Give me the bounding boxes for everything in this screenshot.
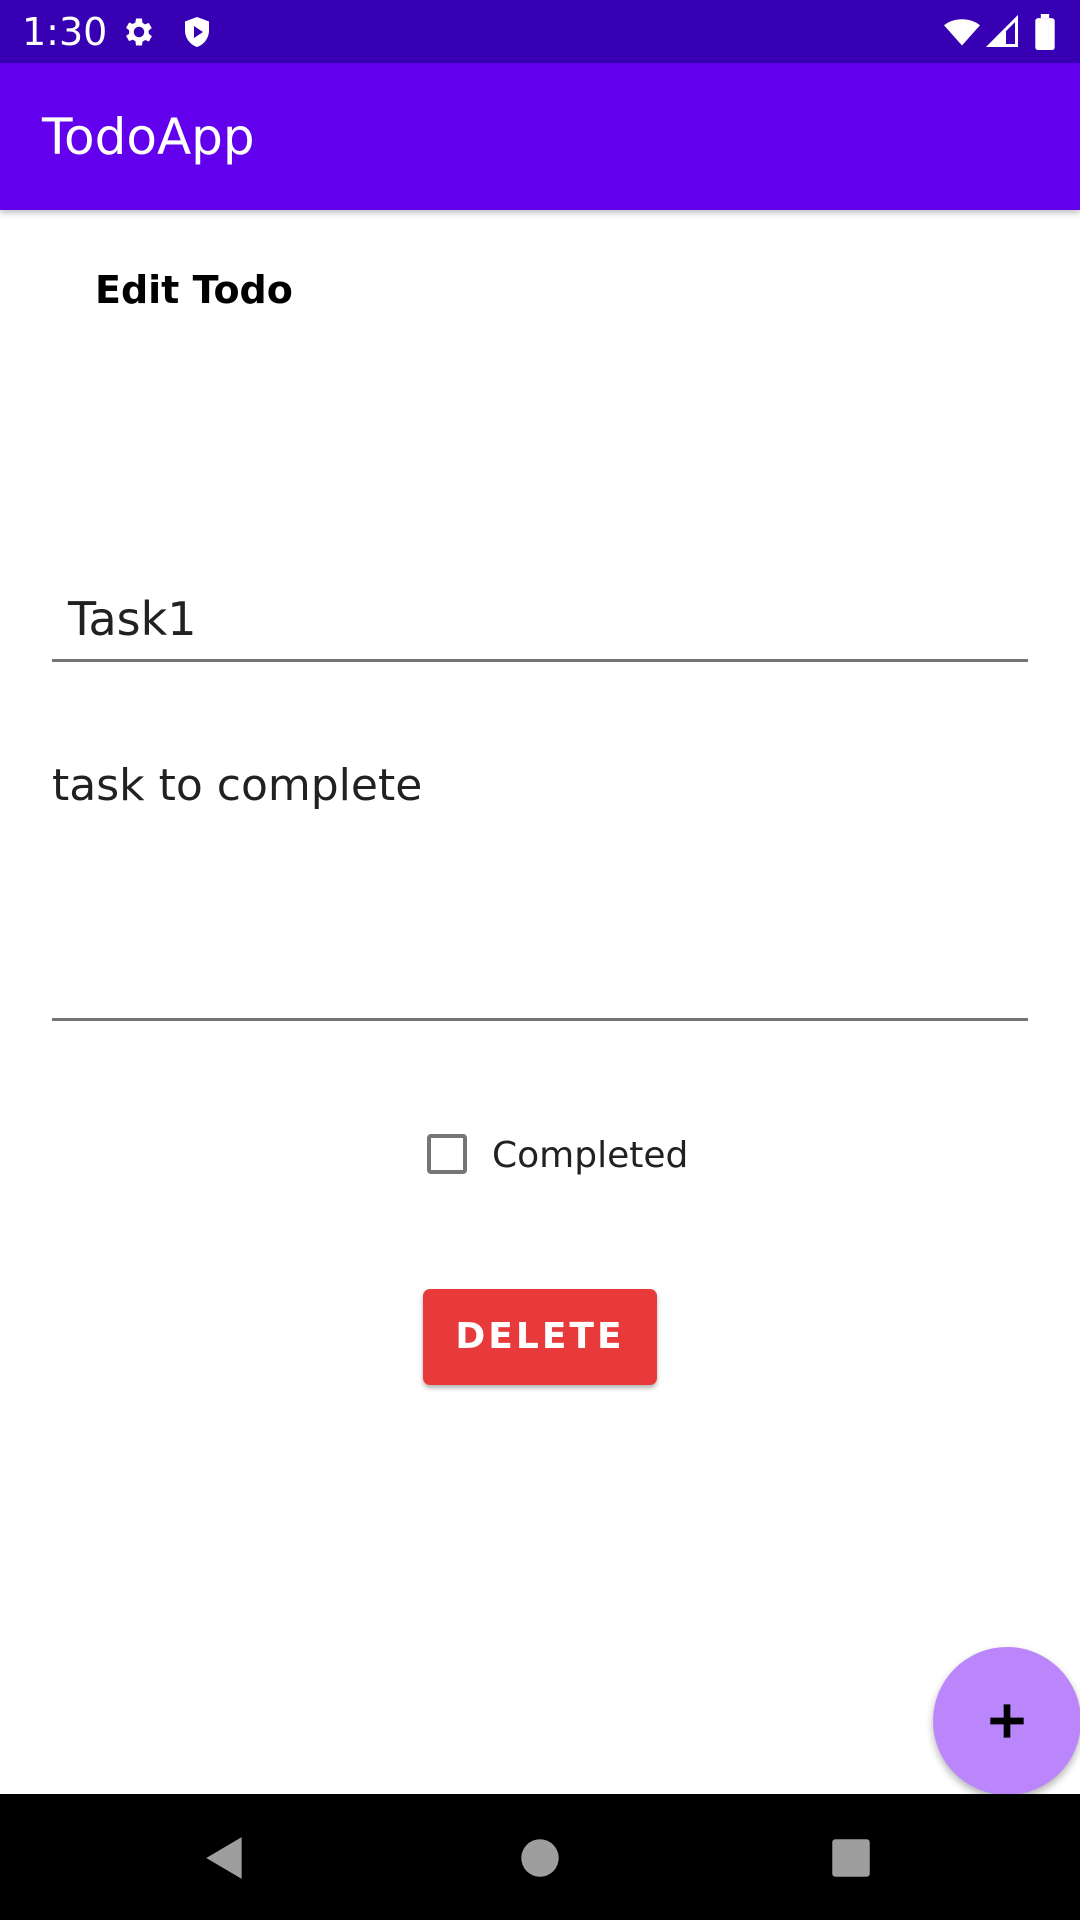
- todo-title-value: Task1: [68, 592, 197, 646]
- app-bar: TodoApp: [0, 63, 1080, 210]
- page-title: Edit Todo: [95, 268, 293, 312]
- todo-description-value: task to complete: [52, 760, 423, 811]
- plus-icon: [987, 1701, 1027, 1741]
- status-bar: 1:30: [0, 0, 1080, 63]
- settings-icon: [121, 14, 157, 50]
- todo-description-underline: [52, 1018, 1028, 1021]
- add-todo-fab[interactable]: [933, 1647, 1080, 1795]
- signal-icon: [985, 14, 1021, 50]
- status-time: 1:30: [22, 10, 108, 54]
- wifi-icon: [944, 14, 980, 50]
- todo-title-underline: [52, 659, 1028, 662]
- home-icon[interactable]: [515, 1833, 565, 1883]
- delete-button[interactable]: DELETE: [423, 1289, 657, 1385]
- navigation-bar: [0, 1794, 1080, 1920]
- checkbox-box[interactable]: [427, 1134, 467, 1174]
- battery-icon: [1030, 14, 1060, 50]
- todo-description-input[interactable]: task to complete: [52, 745, 1028, 1021]
- shield-icon: [179, 14, 215, 50]
- back-icon[interactable]: [200, 1833, 250, 1883]
- completed-label: Completed: [492, 1135, 689, 1176]
- app-title: TodoApp: [42, 108, 255, 166]
- todo-title-input[interactable]: Task1: [52, 580, 1028, 662]
- recents-icon[interactable]: [826, 1833, 876, 1883]
